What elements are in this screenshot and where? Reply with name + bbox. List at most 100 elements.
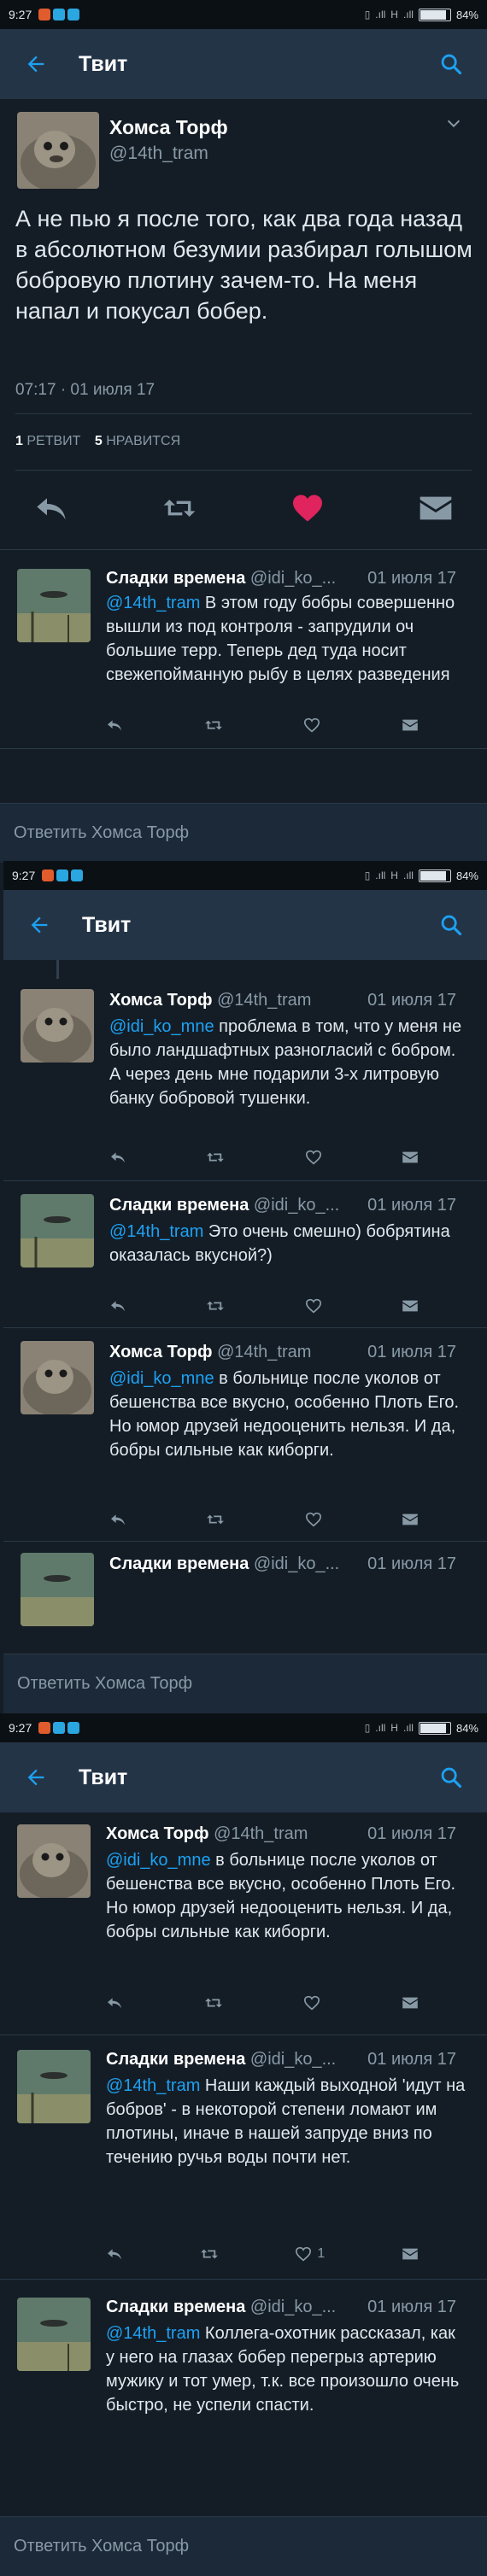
direct-message-icon[interactable] [402, 2243, 419, 2265]
reply-icon[interactable] [106, 2243, 123, 2265]
reply-author-name[interactable]: Сладки времена [106, 569, 245, 588]
chevron-down-icon[interactable] [444, 114, 463, 138]
reply-placeholder: Ответить Хомса Торф [17, 1674, 193, 1693]
reply-icon[interactable] [109, 1508, 126, 1531]
avatar[interactable] [17, 112, 99, 189]
search-icon[interactable] [434, 908, 468, 942]
reply-icon[interactable] [34, 494, 68, 527]
reply-header: Хомса Торф @14th_tram 01 июля 17 [106, 1823, 472, 1845]
reply-author-name[interactable]: Сладки времена [106, 2298, 245, 2316]
mention-link[interactable]: @14th_tram [106, 594, 200, 612]
status-right: ▯ .ıll H .ıll 84% [365, 8, 478, 21]
reply-author-name[interactable]: Хомса Торф [109, 1343, 213, 1361]
reply-author-handle[interactable]: @14th_tram [214, 1824, 308, 1843]
mention-link[interactable]: @14th_tram [109, 1222, 203, 1241]
reply-icon[interactable] [106, 1992, 123, 2014]
reply-tweet[interactable]: Сладки времена @idi_ko_... 01 июля 17 [3, 1541, 487, 1654]
avatar[interactable] [17, 2050, 91, 2123]
back-arrow-icon[interactable] [22, 908, 56, 942]
reply-author-handle[interactable]: @idi_ko_... [250, 569, 336, 588]
reply-author-name[interactable]: Хомса Торф [109, 991, 213, 1010]
like-icon[interactable] [303, 1992, 320, 2014]
like-icon[interactable] [305, 1295, 322, 1317]
like-icon[interactable]: 1 [295, 2243, 325, 2265]
reply-text: @14th_tram Это очень смешно) бобрятина о… [109, 1220, 466, 1268]
like-label[interactable]: НРАВИТСЯ [106, 434, 180, 448]
mention-link[interactable]: @idi_ko_mne [106, 1851, 211, 1870]
reply-author-name[interactable]: Хомса Торф [106, 1824, 209, 1843]
direct-message-icon[interactable] [402, 1146, 419, 1168]
reply-header: Сладки времена @idi_ko_... 01 июля 17 [106, 567, 472, 589]
reply-composer[interactable]: Ответить Хомса Торф [3, 1654, 487, 1713]
avatar[interactable] [17, 2298, 91, 2371]
mention-link[interactable]: @idi_ko_mne [109, 1369, 214, 1388]
avatar[interactable] [17, 1824, 91, 1898]
retweet-icon[interactable] [206, 1508, 225, 1531]
notification-icon [53, 9, 66, 20]
reply-author-handle[interactable]: @14th_tram [217, 991, 311, 1010]
direct-message-icon[interactable] [402, 1295, 419, 1317]
mention-link[interactable]: @idi_ko_mne [109, 1017, 214, 1036]
reply-composer[interactable]: Ответить Хомса Торф [0, 2516, 487, 2576]
reply-date: 01 июля 17 [367, 1554, 456, 1573]
reply-tweet[interactable]: Сладки времена @idi_ko_... 01 июля 17 @1… [3, 1180, 487, 1328]
reply-author-name[interactable]: Сладки времена [106, 2050, 245, 2069]
avatar[interactable] [17, 569, 91, 642]
retweet-icon[interactable] [206, 1295, 225, 1317]
search-icon[interactable] [434, 1760, 468, 1794]
retweet-label[interactable]: РЕТВИТ [26, 434, 80, 448]
reply-author-name[interactable]: Сладки времена [109, 1554, 249, 1573]
reply-author-name[interactable]: Сладки времена [109, 1196, 249, 1215]
signal-icon: .ıll [375, 9, 386, 20]
retweet-icon[interactable] [162, 494, 197, 527]
like-heart-icon[interactable] [290, 494, 325, 527]
mention-link[interactable]: @14th_tram [106, 2076, 200, 2095]
reply-header: Хомса Торф @14th_tram 01 июля 17 [109, 1341, 472, 1363]
reply-tweet[interactable]: Хомса Торф @14th_tram 01 июля 17 @idi_ko… [0, 1812, 487, 2035]
author-name[interactable]: Хомса Торф [109, 116, 228, 139]
battery-icon [418, 869, 451, 882]
reply-tweet[interactable]: Хомса Торф @14th_tram 01 июля 17 @idi_ko… [3, 979, 487, 1181]
reply-author-handle[interactable]: @idi_ko_... [250, 2050, 336, 2069]
status-bar: 9:27 ▯ .ıll H .ıll 84% [0, 1713, 487, 1742]
direct-message-icon[interactable] [402, 1508, 419, 1531]
back-arrow-icon[interactable] [19, 47, 53, 81]
retweet-icon[interactable] [206, 1146, 225, 1168]
battery-icon [418, 1721, 451, 1735]
retweet-icon[interactable] [200, 2243, 219, 2265]
mention-link[interactable]: @14th_tram [106, 2324, 200, 2343]
reply-author-handle[interactable]: @idi_ko_... [250, 2298, 336, 2316]
reply-author-handle[interactable]: @idi_ko_... [254, 1196, 339, 1215]
avatar[interactable] [21, 1341, 94, 1414]
direct-message-icon[interactable] [402, 714, 419, 736]
back-arrow-icon[interactable] [19, 1760, 53, 1794]
reply-tweet[interactable]: Хомса Торф @14th_tram 01 июля 17 @idi_ko… [3, 1327, 487, 1542]
retweet-icon[interactable] [204, 714, 223, 736]
like-icon[interactable] [305, 1508, 322, 1531]
reply-actions [109, 1146, 453, 1168]
reply-tweet[interactable]: Сладки времена @idi_ko_... 01 июля 17 @1… [0, 2034, 487, 2280]
avatar[interactable] [21, 1553, 94, 1626]
author-handle[interactable]: @14th_tram [109, 143, 208, 164]
reply-icon[interactable] [106, 714, 123, 736]
direct-message-icon[interactable] [419, 494, 453, 527]
reply-tweet[interactable]: Сладки времена @idi_ko_... 01 июля 17 @1… [0, 2279, 487, 2516]
thread-line [56, 960, 59, 979]
reply-tweet[interactable]: Сладки времена @idi_ko_... 01 июля 17 @1… [0, 549, 487, 749]
direct-message-icon[interactable] [402, 1992, 419, 2014]
reply-header: Хомса Торф @14th_tram 01 июля 17 [109, 989, 472, 1011]
reply-composer[interactable]: Ответить Хомса Торф [0, 803, 487, 863]
reply-author-handle[interactable]: @idi_ko_... [254, 1554, 339, 1573]
like-icon[interactable] [303, 714, 320, 736]
divider [15, 470, 472, 471]
like-icon[interactable] [305, 1146, 322, 1168]
reply-author-handle[interactable]: @14th_tram [217, 1343, 311, 1361]
page-title: Твит [82, 912, 132, 937]
reply-icon[interactable] [109, 1146, 126, 1168]
search-icon[interactable] [434, 47, 468, 81]
reply-icon[interactable] [109, 1295, 126, 1317]
tweet-detail: Хомса Торф @14th_tram А не пью я после т… [0, 99, 487, 863]
avatar[interactable] [21, 1194, 94, 1268]
retweet-icon[interactable] [204, 1992, 223, 2014]
avatar[interactable] [21, 989, 94, 1063]
